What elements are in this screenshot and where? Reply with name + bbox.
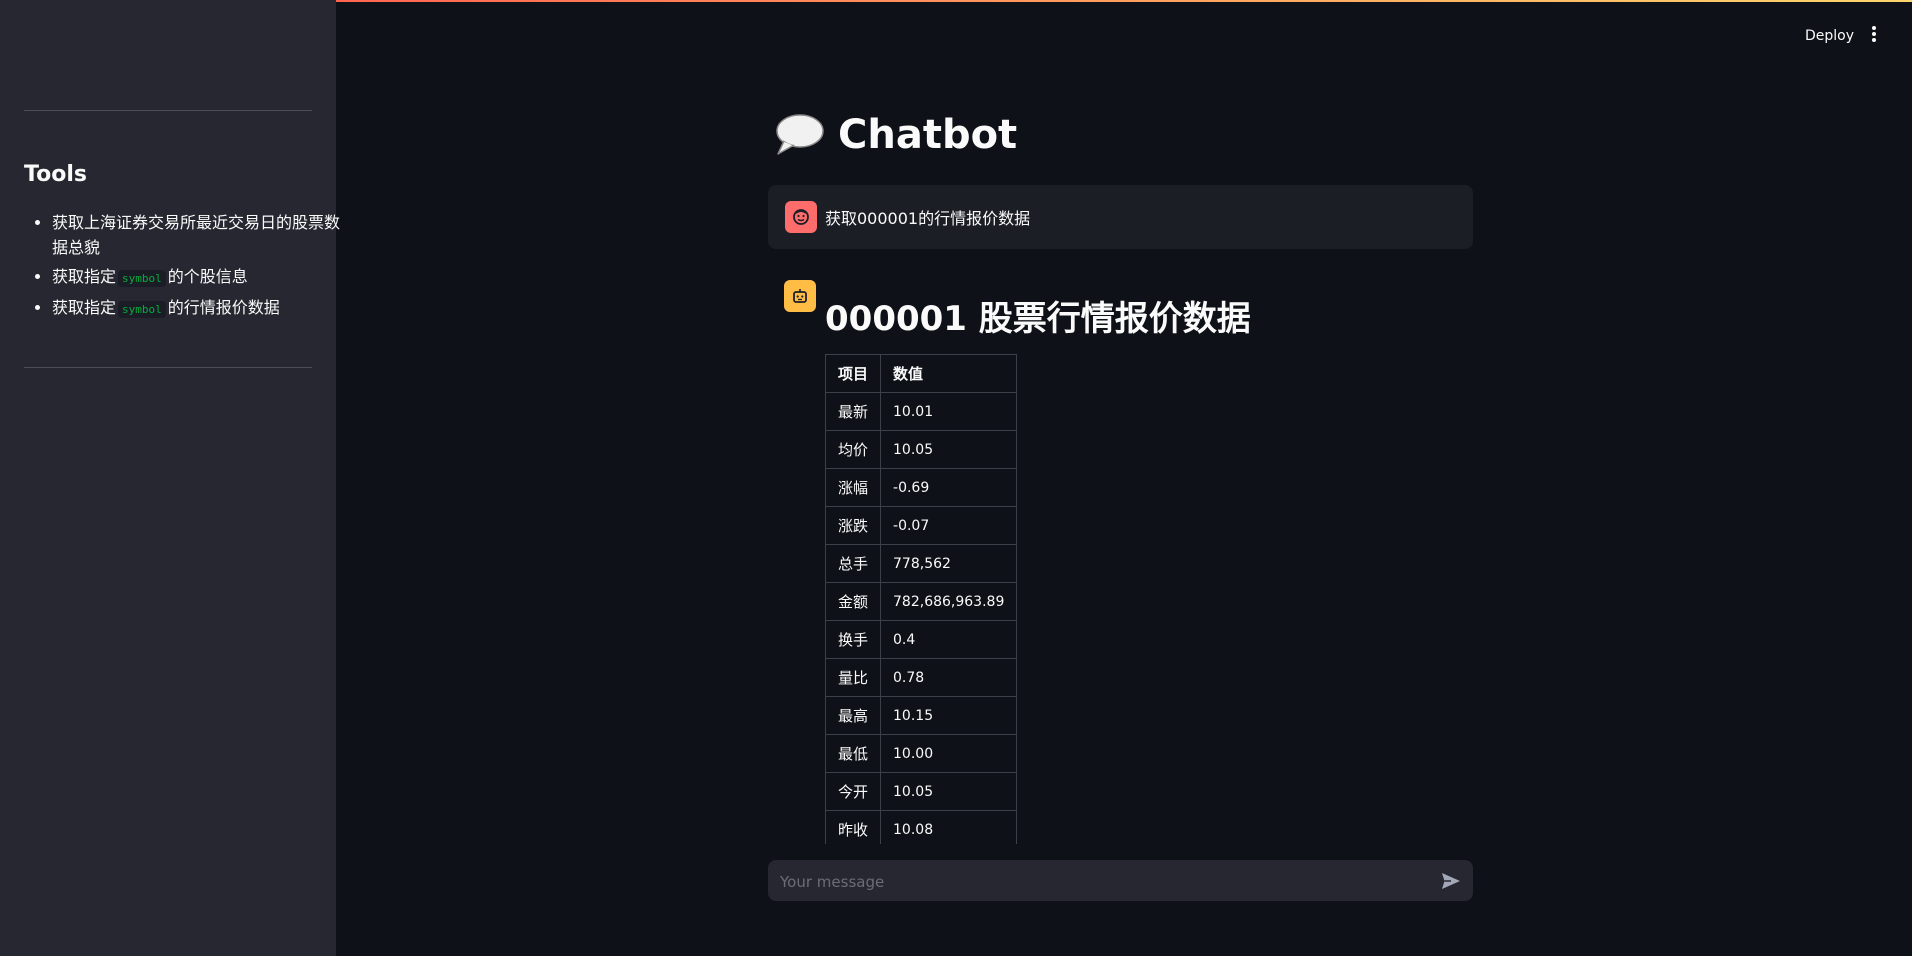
sidebar-divider-bottom <box>24 367 312 368</box>
chat-message-input[interactable] <box>778 860 1422 903</box>
table-row: 最高 10.15 <box>825 696 1018 735</box>
assistant-avatar <box>784 280 816 312</box>
speech-bubble-icon <box>776 114 824 155</box>
table-cell-item: 昨收 <box>825 810 882 844</box>
page-title: Chatbot <box>774 112 1017 158</box>
table-row: 涨幅 -0.69 <box>825 468 1018 507</box>
table-cell-value: -0.69 <box>880 468 1018 507</box>
table-row: 最低 10.00 <box>825 734 1018 773</box>
tool-item-text: 获取指定 <box>52 298 117 317</box>
table-row: 均价 10.05 <box>825 430 1018 469</box>
table-cell-value: 782,686,963.89 <box>880 582 1018 621</box>
user-face-icon <box>793 209 809 225</box>
table-cell-item: 最高 <box>825 696 882 735</box>
tool-item: 获取指定symbol的行情报价数据 <box>52 295 342 322</box>
tool-item-text: 的行情报价数据 <box>167 298 280 317</box>
table-cell-value: -0.07 <box>880 506 1018 545</box>
user-avatar <box>785 201 817 233</box>
table-cell-value: 778,562 <box>880 544 1018 583</box>
table-cell-value: 0.4 <box>880 620 1018 659</box>
assistant-heading: 000001 股票行情报价数据 <box>825 299 1251 339</box>
table-header-row: 项目 数值 <box>825 354 1018 393</box>
user-message: 获取000001的行情报价数据 <box>768 185 1473 249</box>
user-message-text: 获取000001的行情报价数据 <box>825 209 1031 228</box>
table-cell-item: 今开 <box>825 772 882 811</box>
send-icon[interactable] <box>1439 869 1463 893</box>
tool-item: 获取指定symbol的个股信息 <box>52 264 342 291</box>
tool-item: 获取上海证券交易所最近交易日的股票数据总貌 <box>52 210 342 260</box>
table-cell-value: 10.01 <box>880 392 1018 431</box>
table-cell-value: 0.78 <box>880 658 1018 697</box>
sidebar: Tools 获取上海证券交易所最近交易日的股票数据总貌 获取指定symbol的个… <box>0 0 340 956</box>
table-header-cell: 数值 <box>880 354 1018 393</box>
table-row: 换手 0.4 <box>825 620 1018 659</box>
assistant-message: 000001 股票行情报价数据 项目 数值 最新 10.01 均价 10.05 涨幅… <box>825 294 1475 844</box>
table-row: 涨跌 -0.07 <box>825 506 1018 545</box>
table-row: 总手 778,562 <box>825 544 1018 583</box>
table-cell-item: 最新 <box>825 392 882 431</box>
table-cell-value: 10.00 <box>880 734 1018 773</box>
tool-item-text: 的个股信息 <box>167 267 248 286</box>
table-cell-item: 均价 <box>825 430 882 469</box>
sidebar-title: Tools <box>24 162 87 187</box>
table-cell-item: 量比 <box>825 658 882 697</box>
chat-input-bar <box>768 860 1473 903</box>
table-row: 最新 10.01 <box>825 392 1018 431</box>
sidebar-divider-top <box>24 110 312 111</box>
table-row: 金额 782,686,963.89 <box>825 582 1018 621</box>
table-row: 量比 0.78 <box>825 658 1018 697</box>
tool-item-text: 获取上海证券交易所最近交易日的股票数据总貌 <box>52 213 341 257</box>
table-row: 昨收 10.08 <box>825 810 1018 844</box>
quote-table: 项目 数值 最新 10.01 均价 10.05 涨幅 -0.69 涨跌 -0.07 总手… <box>825 354 1018 844</box>
code-symbol: symbol <box>118 301 166 318</box>
table-cell-value: 10.08 <box>880 810 1018 844</box>
table-cell-value: 10.05 <box>880 430 1018 469</box>
table-header-cell: 项目 <box>825 354 882 393</box>
table-cell-item: 涨跌 <box>825 506 882 545</box>
tool-list: 获取上海证券交易所最近交易日的股票数据总貌 获取指定symbol的个股信息 获取… <box>24 210 342 326</box>
table-cell-item: 总手 <box>825 544 882 583</box>
table-cell-value: 10.15 <box>880 696 1018 735</box>
table-row: 今开 10.05 <box>825 772 1018 811</box>
deploy-button[interactable]: Deploy <box>1797 24 1862 48</box>
table-cell-item: 最低 <box>825 734 882 773</box>
code-symbol: symbol <box>118 270 166 287</box>
table-cell-value: 10.05 <box>880 772 1018 811</box>
robot-icon <box>793 289 807 303</box>
table-cell-item: 金额 <box>825 582 882 621</box>
table-cell-item: 涨幅 <box>825 468 882 507</box>
table-cell-item: 换手 <box>825 620 882 659</box>
more-menu-icon[interactable] <box>1866 24 1882 48</box>
tool-item-text: 获取指定 <box>52 267 117 286</box>
page-title-text: Chatbot <box>838 112 1018 158</box>
